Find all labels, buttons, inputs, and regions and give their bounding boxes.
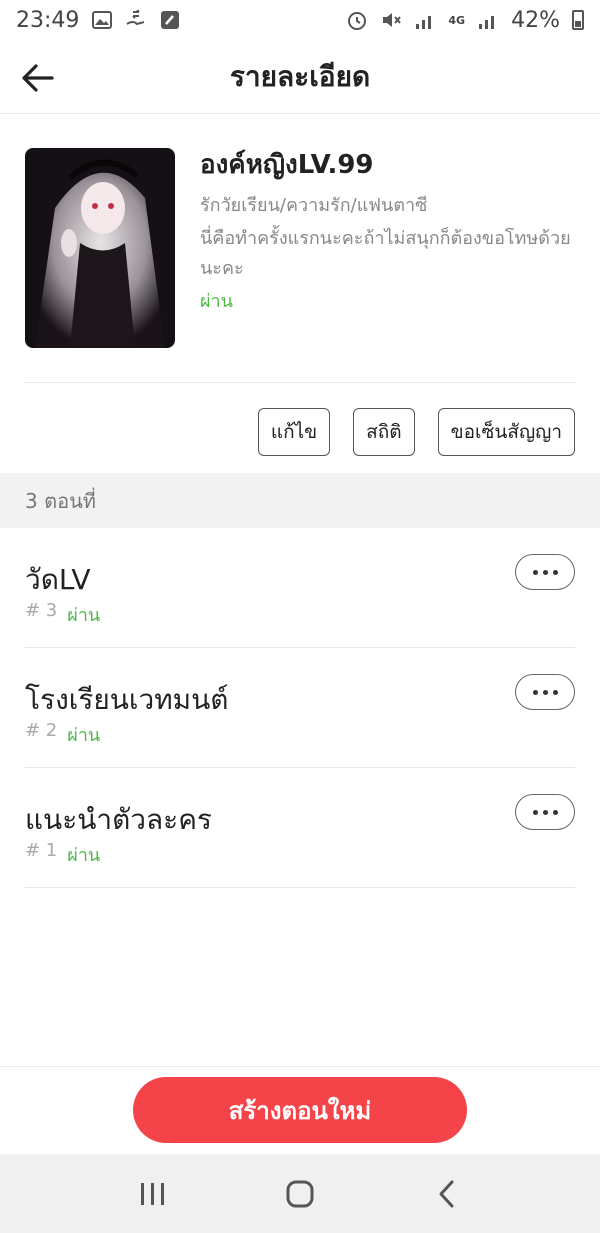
book-status: ผ่าน xyxy=(200,291,233,312)
request-contract-button[interactable]: ขอเซ็นสัญญา xyxy=(437,408,575,456)
action-buttons: แก้ไข สถิติ ขอเซ็นสัญญา xyxy=(257,408,575,456)
ellipsis-icon xyxy=(552,689,558,695)
book-info: องค์หญิงLV.99 รักวัยเรียน/ความรัก/แฟนตาซ… xyxy=(25,148,575,348)
status-right: 4G 42% xyxy=(346,8,584,33)
episode-title: โรงเรียนเวทมนต์ xyxy=(25,683,229,716)
app-icon xyxy=(159,9,181,31)
ellipsis-icon xyxy=(552,569,558,575)
book-description: นี่คือทำครั้งแรกนะคะถ้าไม่สนุกก็ต้องขอโท… xyxy=(200,228,571,279)
episode-item[interactable]: โรงเรียนเวทมนต์ # 2 ผ่าน xyxy=(25,648,575,768)
page-title: รายละเอียด xyxy=(229,59,371,93)
ellipsis-icon xyxy=(532,809,538,815)
ellipsis-icon xyxy=(542,809,548,815)
home-button[interactable] xyxy=(275,1169,325,1219)
create-episode-button[interactable]: สร้างตอนใหม่ xyxy=(133,1077,467,1143)
ellipsis-icon xyxy=(542,569,548,575)
alarm-icon xyxy=(346,9,368,31)
more-options-button[interactable] xyxy=(515,674,575,710)
signal-icon-2 xyxy=(477,9,499,31)
battery-percent: 42% xyxy=(511,7,560,33)
bottom-action-area: สร้างตอนใหม่ xyxy=(0,1066,600,1154)
episode-status: ผ่าน xyxy=(67,605,101,626)
system-back-button[interactable] xyxy=(422,1169,472,1219)
episode-list: วัดLV # 3 ผ่าน โรงเรียนเวทมนต์ # 2 ผ่าน … xyxy=(25,528,575,888)
image-icon xyxy=(91,9,113,31)
book-text: องค์หญิงLV.99 รักวัยเรียน/ความรัก/แฟนตาซ… xyxy=(200,148,580,318)
book-cover[interactable] xyxy=(25,148,175,348)
episode-item[interactable]: แนะนำตัวละคร # 1 ผ่าน xyxy=(25,768,575,888)
edit-button[interactable]: แก้ไข xyxy=(257,408,331,456)
mute-icon xyxy=(380,9,402,31)
recents-button[interactable] xyxy=(128,1169,178,1219)
episode-number: # 3 xyxy=(25,600,58,621)
episode-item[interactable]: วัดLV # 3 ผ่าน xyxy=(25,528,575,648)
recents-icon xyxy=(141,1182,165,1205)
book-genre: รักวัยเรียน/ความรัก/แฟนตาซี xyxy=(200,195,428,216)
stats-button[interactable]: สถิติ xyxy=(353,408,415,456)
back-button[interactable] xyxy=(18,58,58,98)
episode-title: แนะนำตัวละคร xyxy=(25,803,212,836)
episode-meta: # 2 ผ่าน xyxy=(25,720,100,749)
signal-icon xyxy=(414,9,436,31)
system-nav-bar xyxy=(0,1154,600,1233)
episode-meta: # 3 ผ่าน xyxy=(25,600,100,629)
hand-sync-icon xyxy=(125,9,147,31)
episodes-header: 3 ตอนที่ xyxy=(0,473,600,528)
status-bar: 23:49 4G 42% xyxy=(0,0,600,40)
ellipsis-icon xyxy=(532,689,538,695)
ellipsis-icon xyxy=(532,569,538,575)
ellipsis-icon xyxy=(552,809,558,815)
more-options-button[interactable] xyxy=(515,554,575,590)
status-left: 23:49 xyxy=(16,8,181,33)
status-time: 23:49 xyxy=(16,7,80,33)
episode-title: วัดLV xyxy=(25,563,91,596)
divider xyxy=(25,382,575,383)
episode-meta: # 1 ผ่าน xyxy=(25,840,100,869)
episode-status: ผ่าน xyxy=(67,725,101,746)
battery-icon xyxy=(572,10,584,30)
episode-status: ผ่าน xyxy=(67,845,101,866)
home-icon xyxy=(286,1180,314,1207)
network-type: 4G xyxy=(448,13,466,27)
ellipsis-icon xyxy=(542,689,548,695)
more-options-button[interactable] xyxy=(515,794,575,830)
book-title: องค์หญิงLV.99 xyxy=(200,150,374,180)
arrow-left-icon xyxy=(22,64,54,92)
episode-number: # 1 xyxy=(25,840,58,861)
back-chevron-icon xyxy=(439,1180,454,1207)
app-header: รายละเอียด xyxy=(0,40,600,114)
episode-number: # 2 xyxy=(25,720,58,741)
